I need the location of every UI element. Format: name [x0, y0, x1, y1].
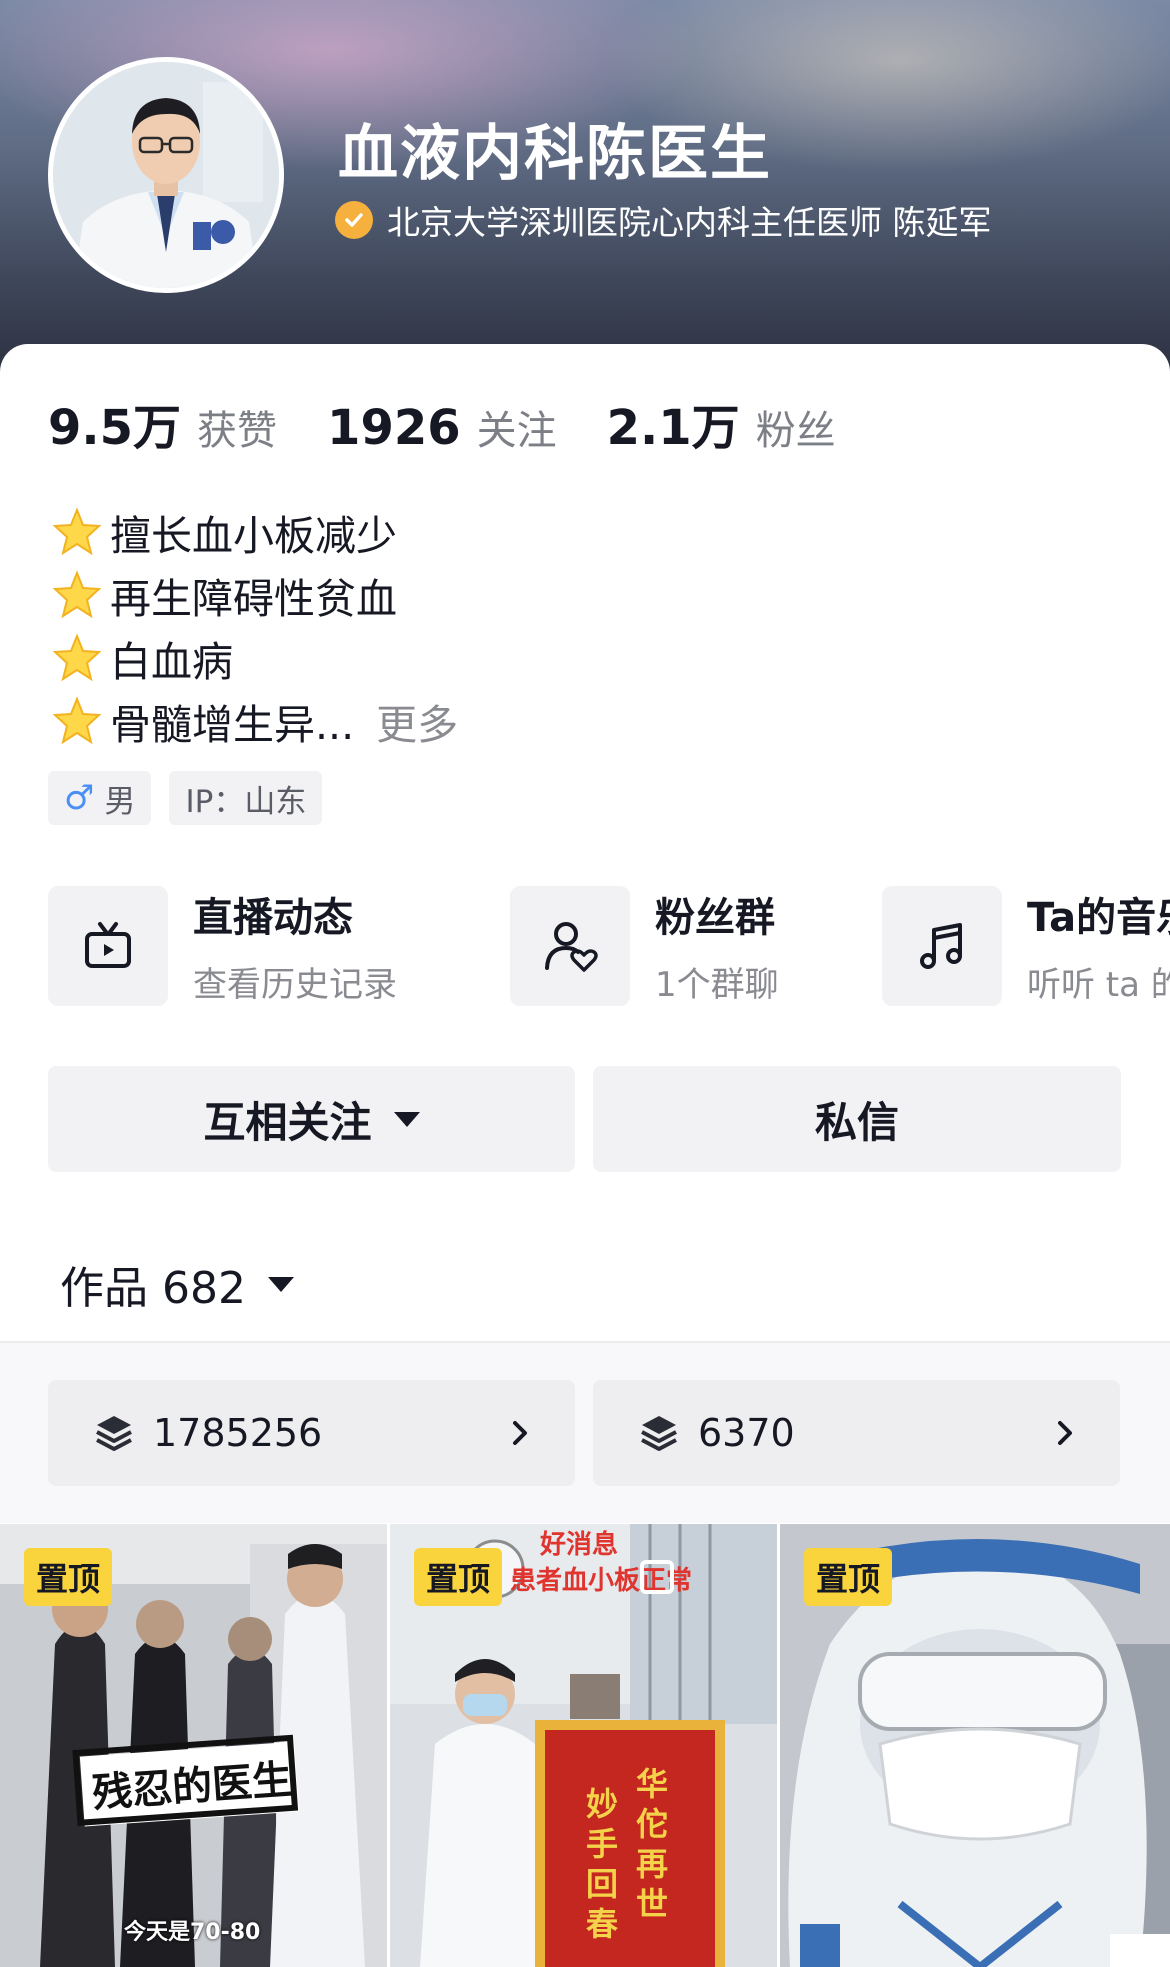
feature-title: 直播动态 [193, 895, 353, 941]
layers-icon [641, 1416, 677, 1451]
works-tab[interactable]: 作品 682 [60, 1252, 294, 1316]
collection-card[interactable]: 6370 [593, 1380, 1120, 1486]
mutual-follow-button[interactable]: 互相关注 [48, 1066, 575, 1172]
select-box-icon [640, 1560, 674, 1594]
dropdown-caret-icon [393, 1111, 420, 1127]
gender-tag: ♂ 男 [48, 771, 152, 825]
feature-icon-box [510, 885, 630, 1006]
layers-icon [96, 1416, 132, 1451]
collection-count: 1785256 [153, 1411, 323, 1455]
feature-fan-group[interactable]: 粉丝群 1个群聊 [510, 885, 779, 1006]
feature-icon-box [882, 885, 1002, 1006]
feature-music[interactable]: Ta的音乐 听听 ta 的 [882, 885, 1170, 1006]
glowing-star-icon [52, 695, 102, 744]
dropdown-caret-icon [267, 1276, 294, 1292]
collection-card[interactable]: 1785256 [48, 1380, 575, 1486]
video-thumbnail[interactable]: 置顶 好消息 患者血小板正常 妙手回春 华佗再世 [390, 1524, 777, 1967]
pennant-text-right: 华佗再世 [636, 1765, 669, 1923]
stat-likes[interactable]: 9.5万 获赞 [48, 388, 277, 458]
collection-count: 6370 [698, 1411, 795, 1455]
stats-row: 9.5万 获赞 1926 关注 2.1万 粉丝 [48, 388, 886, 458]
avatar[interactable] [48, 57, 284, 293]
stat-label: 关注 [476, 408, 557, 454]
chevron-right-icon [513, 1421, 527, 1445]
bio-line: 再生障碍性贫血 [52, 563, 458, 626]
message-button[interactable]: 私信 [593, 1066, 1121, 1172]
verification-row: 北京大学深圳医院心内科主任医师 陈延军 [335, 196, 992, 244]
video-thumbnail[interactable]: 置顶 残忍的医生 今天是70-80 [0, 1524, 387, 1967]
music-note-icon [920, 922, 962, 969]
male-icon: ♂ [64, 778, 95, 818]
chevron-right-icon [1058, 1421, 1072, 1445]
tv-icon [85, 921, 131, 968]
stat-following[interactable]: 1926 关注 [327, 398, 557, 456]
fan-group-icon [545, 921, 598, 972]
feature-title: Ta的音乐 [1027, 895, 1170, 941]
glowing-star-icon [52, 506, 102, 555]
bio-line: 骨髓增生异... 更多 [52, 689, 458, 752]
stat-value: 2.1万 [606, 400, 740, 456]
video-overlay-caption: 今天是70-80 [124, 1920, 261, 1945]
stat-value: 1926 [327, 400, 461, 456]
feature-subtitle: 1个群聊 [655, 965, 779, 1005]
feature-live-history[interactable]: 直播动态 查看历史记录 [48, 885, 397, 1006]
pennant-text-left: 妙手回春 [586, 1785, 619, 1943]
stat-followers[interactable]: 2.1万 粉丝 [607, 388, 836, 458]
glowing-star-icon [52, 632, 102, 681]
pinned-badge: 置顶 [414, 1548, 503, 1606]
feature-subtitle: 听听 ta 的 [1027, 965, 1170, 1005]
stat-label: 获赞 [197, 408, 278, 454]
bio-more-link[interactable]: 更多 [376, 691, 458, 751]
pinned-badge: 置顶 [804, 1548, 893, 1606]
glowing-star-icon [52, 569, 102, 618]
verification-text: 北京大学深圳医院心内科主任医师 陈延军 [387, 203, 992, 242]
feature-icon-box [48, 885, 168, 1006]
stat-label: 粉丝 [755, 408, 836, 454]
pinned-badge: 置顶 [24, 1548, 113, 1606]
video-banner-top: 好消息 [540, 1530, 619, 1560]
video-thumbnail[interactable]: 置顶 [780, 1524, 1170, 1967]
bio-line: 擅长血小板减少 [52, 500, 458, 563]
verified-check-icon [335, 201, 373, 239]
bio[interactable]: 擅长血小板减少 再生障碍性贫血 白血病 骨髓增生异... 更多 [52, 500, 458, 752]
doctor-portrait-image [53, 62, 279, 288]
stat-value: 9.5万 [48, 400, 182, 456]
profile-tags: ♂ 男 IP：山东 [48, 771, 340, 825]
feature-subtitle: 查看历史记录 [193, 965, 397, 1005]
ip-tag: IP：山东 [169, 771, 323, 825]
feature-title: 粉丝群 [655, 895, 775, 941]
bio-line: 白血病 [52, 626, 458, 689]
profile-name: 血液内科陈医生 [338, 119, 772, 189]
